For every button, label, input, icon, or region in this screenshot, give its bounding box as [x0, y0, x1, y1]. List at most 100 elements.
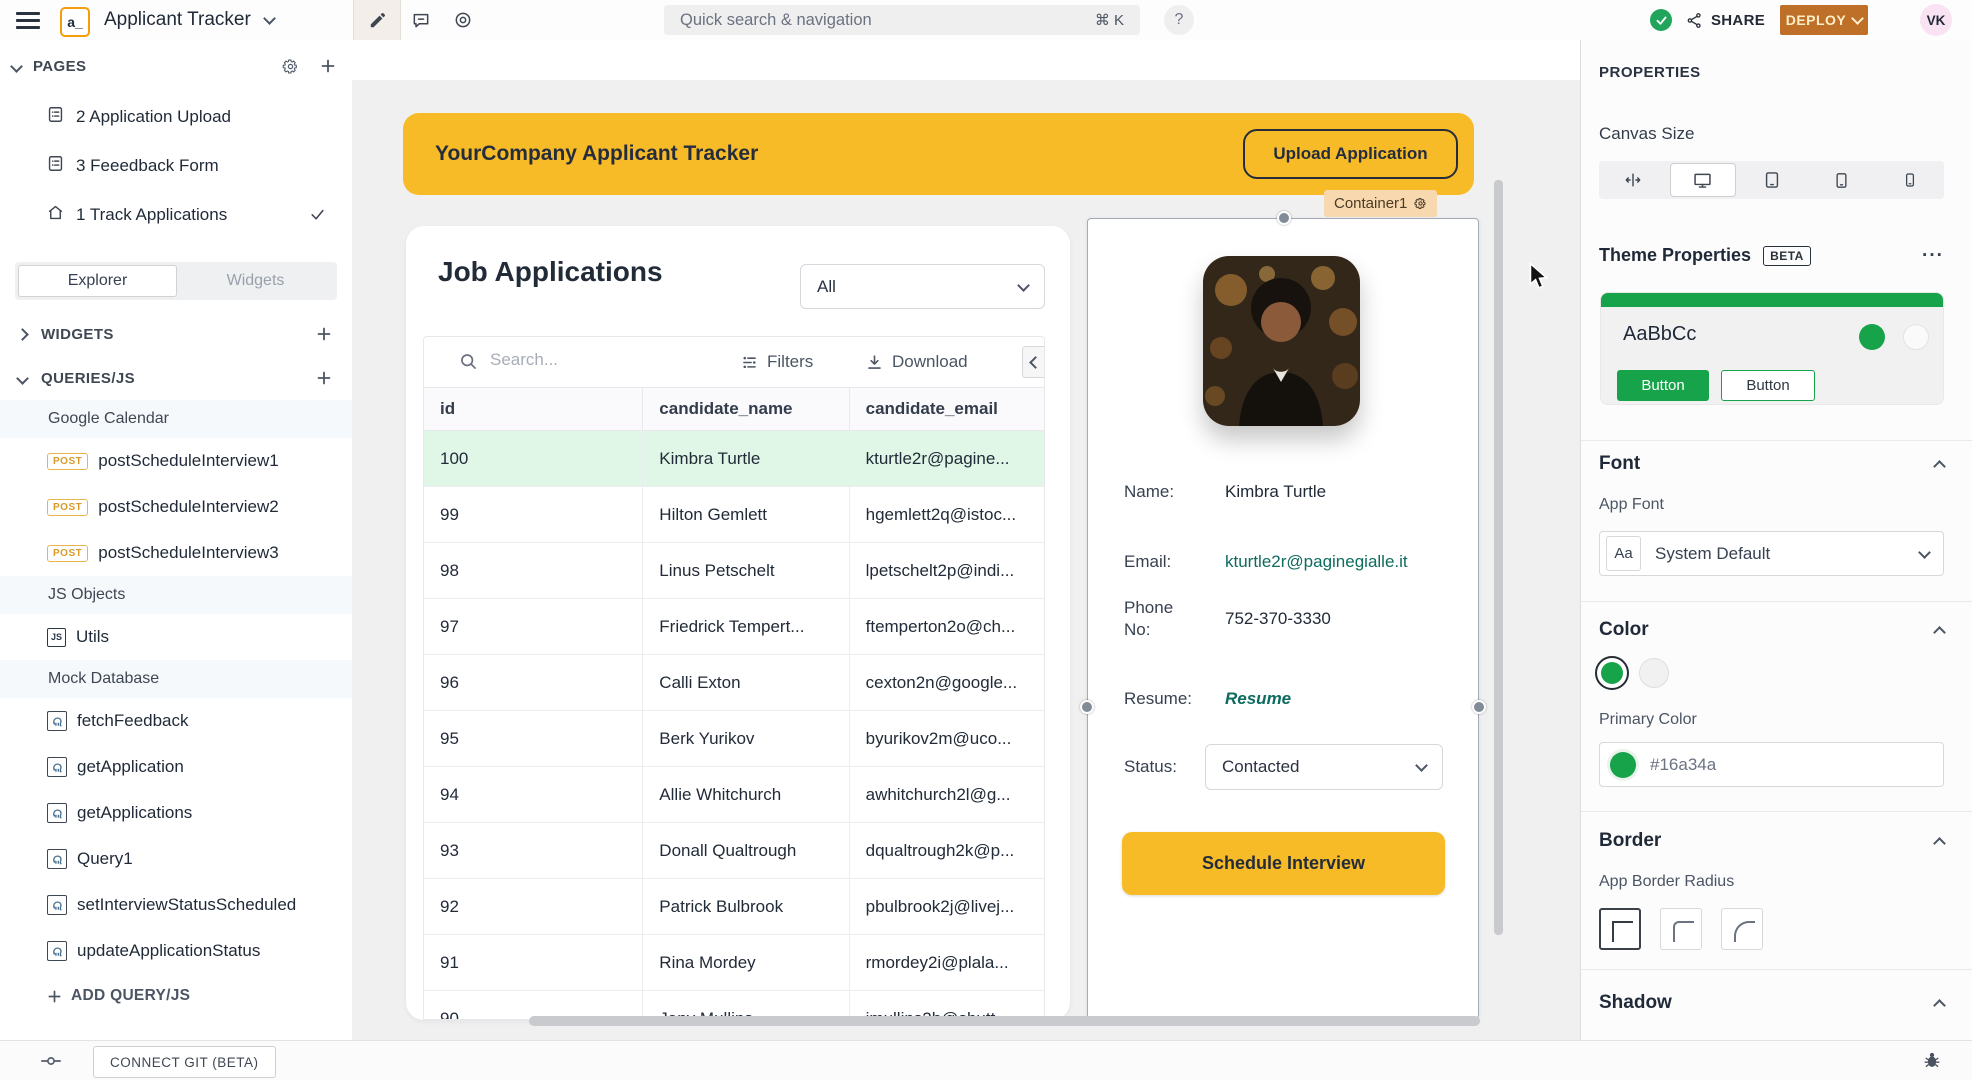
column-header-id[interactable]: id	[424, 388, 643, 430]
color-section-header[interactable]: Color	[1599, 619, 1649, 641]
hamburger-menu-icon[interactable]	[16, 12, 40, 33]
table-row[interactable]: 100Kimbra Turtlekturtle2r@pagine...	[424, 431, 1044, 487]
chevron-up-icon[interactable]	[1933, 837, 1946, 850]
app-logo[interactable]: a_	[60, 7, 90, 37]
query-label: fetchFeedback	[77, 711, 189, 731]
query-item[interactable]: updateApplicationStatus	[0, 928, 352, 974]
js-object-icon: JS	[47, 628, 66, 647]
collapse-panel-button[interactable]	[1022, 346, 1045, 378]
canvas-size-fluid[interactable]	[1601, 163, 1666, 197]
status-filter-select[interactable]: All	[800, 264, 1045, 309]
table-row[interactable]: 96Calli Extoncexton2n@google...	[424, 655, 1044, 711]
table-row[interactable]: 93Donall Qualtroughdqualtrough2k@p...	[424, 823, 1044, 879]
app-font-select[interactable]: Aa System Default	[1599, 531, 1944, 576]
column-header-candidate_email[interactable]: candidate_email	[850, 388, 1044, 430]
table-row[interactable]: 92Patrick Bulbrookpbulbrook2j@livej...	[424, 879, 1044, 935]
pages-section-header[interactable]: PAGES	[12, 48, 342, 84]
download-button[interactable]: Download	[865, 337, 968, 387]
table-row[interactable]: 98Linus Petscheltlpetschelt2p@indi...	[424, 543, 1044, 599]
canvas-size-phone-small[interactable]	[1877, 163, 1942, 197]
sidebar-page-item[interactable]: 2 Application Upload	[0, 92, 352, 141]
radius-small-option[interactable]	[1660, 908, 1702, 950]
table-row[interactable]: 91Rina Mordeyrmordey2i@plala...	[424, 935, 1044, 991]
sidebar-page-item[interactable]: 3 Feeedback Form	[0, 141, 352, 190]
table-row[interactable]: 99Hilton Gemletthgemlett2q@istoc...	[424, 487, 1044, 543]
container-name-tag[interactable]: Container1	[1324, 190, 1437, 217]
gear-icon	[282, 58, 299, 75]
tab-explorer[interactable]: Explorer	[18, 265, 177, 297]
query-label: Query1	[77, 849, 133, 869]
chevron-up-icon[interactable]	[1933, 460, 1946, 473]
chevron-up-icon[interactable]	[1933, 626, 1946, 639]
add-page-button[interactable]	[314, 52, 342, 80]
resize-handle-top[interactable]	[1277, 211, 1291, 225]
field-value[interactable]: kturtle2r@paginegialle.it	[1225, 552, 1408, 572]
border-section-header[interactable]: Border	[1599, 830, 1661, 852]
help-button[interactable]: ?	[1164, 5, 1194, 35]
query-item[interactable]: JSUtils	[0, 614, 352, 660]
table-row[interactable]: 97Friedrick Tempert...ftemperton2o@ch...	[424, 599, 1044, 655]
table-cell: Patrick Bulbrook	[643, 879, 849, 934]
canvas-size-phone[interactable]	[1809, 163, 1874, 197]
query-label: setInterviewStatusScheduled	[77, 895, 296, 915]
secondary-color-swatch[interactable]	[1639, 658, 1669, 688]
candidate-detail-container[interactable]: Name:Kimbra TurtleEmail:kturtle2r@pagine…	[1087, 218, 1479, 1019]
upload-application-button[interactable]: Upload Application	[1243, 129, 1458, 179]
query-item[interactable]: Query1	[0, 836, 352, 882]
app-title-menu[interactable]: Applicant Tracker	[104, 0, 274, 40]
theme-preview-card[interactable]: AaBbCc Button Button	[1600, 292, 1944, 405]
resize-handle-left[interactable]	[1080, 700, 1094, 714]
canvas-size-tablet[interactable]	[1740, 163, 1805, 197]
add-query-button[interactable]: ADD QUERY/JS	[0, 974, 352, 1018]
comments-button[interactable]	[401, 0, 441, 40]
shadow-section-header[interactable]: Shadow	[1599, 992, 1672, 1014]
resize-handle-right[interactable]	[1472, 700, 1486, 714]
quick-search-bar[interactable]: Quick search & navigation ⌘ K	[664, 5, 1140, 35]
sidebar-page-item[interactable]: 1 Track Applications	[0, 190, 352, 239]
beta-badge: BETA	[1763, 246, 1811, 266]
chevron-up-icon[interactable]	[1933, 999, 1946, 1012]
schedule-interview-button[interactable]: Schedule Interview	[1122, 832, 1445, 895]
radius-none-option[interactable]	[1599, 908, 1641, 950]
preview-button[interactable]	[443, 0, 483, 40]
queries-section-header[interactable]: QUERIES/JS	[0, 356, 352, 400]
column-header-candidate_name[interactable]: candidate_name	[643, 388, 849, 430]
table-row[interactable]: 95Berk Yurikovbyurikov2m@uco...	[424, 711, 1044, 767]
query-item[interactable]: POSTpostScheduleInterview1	[0, 438, 352, 484]
user-avatar[interactable]: VK	[1920, 4, 1952, 36]
tab-widgets[interactable]: Widgets	[177, 265, 334, 297]
add-query-button[interactable]	[310, 364, 338, 392]
share-button[interactable]: SHARE	[1686, 0, 1765, 40]
more-menu-icon[interactable]: ···	[1922, 251, 1944, 261]
theme-secondary-button-label: Button	[1746, 377, 1789, 394]
field-label: Phone No:	[1124, 597, 1194, 641]
query-item[interactable]: fetchFeedback	[0, 698, 352, 744]
primary-color-swatch[interactable]	[1595, 656, 1629, 690]
primary-color-input[interactable]: #16a34a	[1599, 742, 1944, 787]
widgets-section-header[interactable]: WIDGETS	[0, 312, 352, 356]
table-cell: Friedrick Tempert...	[643, 599, 849, 654]
deploy-button[interactable]: DEPLOY	[1780, 5, 1868, 35]
query-item[interactable]: getApplications	[0, 790, 352, 836]
edit-mode-tab[interactable]	[353, 0, 401, 40]
query-item[interactable]: getApplication	[0, 744, 352, 790]
connect-git-button[interactable]: CONNECT GIT (BETA)	[93, 1046, 276, 1078]
add-widget-button[interactable]	[310, 320, 338, 348]
query-item[interactable]: setInterviewStatusScheduled	[0, 882, 352, 928]
query-item[interactable]: POSTpostScheduleInterview2	[0, 484, 352, 530]
query-item[interactable]: POSTpostScheduleInterview3	[0, 530, 352, 576]
canvas-size-desktop[interactable]	[1670, 163, 1737, 197]
font-section-header[interactable]: Font	[1599, 453, 1640, 475]
canvas-vertical-scrollbar[interactable]	[1494, 180, 1503, 935]
field-value[interactable]: Resume	[1225, 689, 1291, 709]
radius-large-option[interactable]	[1721, 908, 1763, 950]
canvas-horizontal-scrollbar[interactable]	[529, 1016, 1480, 1026]
debug-button[interactable]	[1922, 1050, 1942, 1075]
status-select[interactable]: Contacted	[1205, 744, 1443, 790]
filters-button[interactable]: Filters	[740, 337, 813, 387]
table-row[interactable]: 94Allie Whitchurchawhitchurch2l@g...	[424, 767, 1044, 823]
app-header-widget[interactable]: YourCompany Applicant Tracker Upload App…	[403, 113, 1474, 195]
table-toolbar: Filters Download	[424, 337, 1044, 387]
table-search-input[interactable]	[488, 349, 712, 371]
pages-settings-button[interactable]	[276, 52, 304, 80]
